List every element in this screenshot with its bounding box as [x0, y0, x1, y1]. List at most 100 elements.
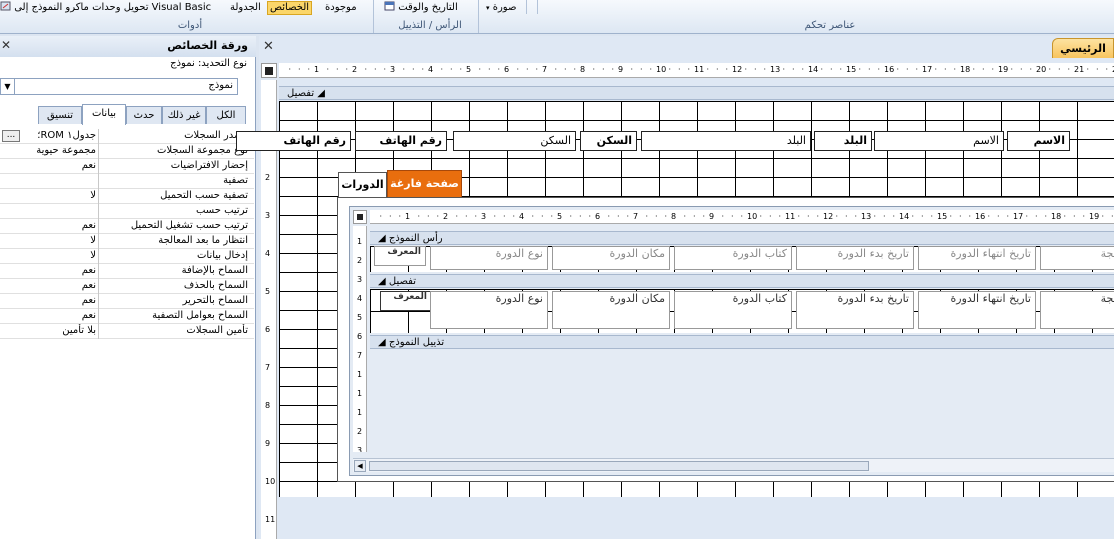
property-row[interactable]: السماح بالتحرير نعم [0, 294, 254, 309]
phone-field[interactable]: رقم الهاتف [236, 131, 351, 151]
course-place-field[interactable]: مكان الدورة [552, 291, 670, 329]
tab-order-button[interactable]: الجدولة [230, 1, 261, 15]
property-row[interactable]: ترتيب حسب [0, 204, 254, 219]
tab-page-blank[interactable]: صفحة فارغة [387, 170, 462, 198]
form-selector[interactable] [261, 63, 277, 78]
country-field[interactable]: البلد [641, 131, 811, 151]
name-label[interactable]: الاسم [1007, 131, 1070, 151]
course-book-header-label[interactable]: كتاب الدورة [674, 246, 792, 270]
course-start-field[interactable]: تاريخ بدء الدورة [796, 291, 914, 329]
property-value[interactable]: نعم [0, 294, 98, 309]
property-row[interactable]: السماح بالحذف نعم [0, 279, 254, 294]
residence-label[interactable]: السكن [580, 131, 637, 151]
property-row[interactable]: انتظار ما بعد المعالجة لا [0, 234, 254, 249]
tab-page-courses[interactable]: الدورات [338, 172, 387, 198]
detail-section-bar[interactable]: ◢ تفصيل [279, 86, 1114, 100]
course-end-field[interactable]: تاريخ انتهاء الدورة [918, 291, 1036, 329]
property-row[interactable]: تصفية [0, 174, 254, 189]
ruler-number: 7 [357, 351, 363, 360]
property-value[interactable]: نعم [0, 279, 98, 294]
subform-courses[interactable]: 1234567891011121314151617181920·········… [349, 206, 1114, 476]
tab-event[interactable]: حدث [126, 106, 162, 124]
chevron-down-icon[interactable]: ▼ [1, 79, 15, 94]
course-type-field[interactable]: نوع الدورة [430, 291, 548, 329]
convert-macros-button[interactable]: تحويل وحدات ماكرو النموذج إلى Visual Bas… [0, 1, 211, 15]
property-row[interactable]: السماح بالإضافة نعم [0, 264, 254, 279]
course-type-header-label[interactable]: نوع الدورة [430, 246, 548, 270]
picture-button[interactable]: ▾ صورة [486, 1, 516, 15]
ruler-tick: · [497, 65, 501, 74]
tab-data[interactable]: بيانات [82, 104, 126, 125]
property-value[interactable]: نعم [0, 159, 98, 174]
property-row[interactable]: إحضار الافتراضيات نعم [0, 159, 254, 174]
ruler-tick: · [769, 212, 772, 221]
subform-scrollbar[interactable]: ◀ ▶ [353, 458, 1114, 472]
close-icon[interactable]: ✕ [263, 39, 274, 54]
ruler-number: 2 [443, 212, 449, 221]
country-label[interactable]: البلد [814, 131, 872, 151]
ruler-tick: · [687, 65, 691, 74]
property-value[interactable]: لا [0, 234, 98, 249]
chevron-down-icon: ◢ [317, 88, 325, 99]
property-value[interactable]: بلا تأمين [0, 324, 98, 339]
property-row[interactable]: نوع مجموعة السجلات مجموعة حيوية [0, 144, 254, 159]
tab-other[interactable]: غير ذلك [162, 106, 206, 124]
property-row[interactable]: تصفية حسب التحميل لا [0, 189, 254, 204]
result-field[interactable]: النتيجة [1040, 291, 1114, 329]
property-name: تصفية حسب التحميل [98, 189, 254, 204]
scroll-left-icon[interactable]: ◀ [354, 460, 366, 472]
ruler-number: 5 [466, 65, 472, 74]
ruler-tick: · [915, 65, 919, 74]
properties-button[interactable]: الخصائص [267, 1, 313, 15]
ruler-tick: · [1105, 65, 1109, 74]
property-value[interactable] [0, 174, 98, 189]
property-row[interactable]: ترتيب حسب تشغيل التحميل نعم [0, 219, 254, 234]
ruler-number: 6 [265, 325, 271, 334]
subform-footer-bar[interactable]: ◢ تذييل النموذج [370, 335, 1114, 349]
ruler-tick: · [740, 212, 744, 221]
ruler-number: 7 [542, 65, 548, 74]
property-name: السماح بالإضافة [98, 264, 254, 279]
build-button[interactable]: ... [2, 130, 20, 142]
property-value[interactable]: نعم [0, 219, 98, 234]
ruler-tick: · [959, 212, 962, 221]
course-start-header-label[interactable]: تاريخ بدء الدورة [796, 246, 914, 270]
property-value[interactable]: لا [0, 189, 98, 204]
date-time-button[interactable]: التاريخ والوقت [384, 1, 458, 15]
subform-horizontal-ruler: 1234567891011121314151617181920·········… [370, 210, 1114, 224]
property-row[interactable]: مصدر السجلات جدول١ ROM؛ [0, 129, 254, 144]
course-end-header-label[interactable]: تاريخ انتهاء الدورة [918, 246, 1036, 270]
property-value[interactable] [0, 204, 98, 219]
ruler-tick: · [383, 65, 387, 74]
property-value[interactable]: نعم [0, 309, 98, 324]
property-value[interactable]: لا [0, 249, 98, 264]
ruler-number: 5 [557, 212, 563, 221]
close-icon[interactable]: ✕ [1, 38, 11, 52]
scrollbar-thumb[interactable] [369, 461, 869, 471]
id-field[interactable]: المعرف [380, 291, 432, 311]
existing-fields-button[interactable]: موجودة [325, 1, 357, 15]
residence-field[interactable]: السكن [453, 131, 576, 151]
property-value[interactable]: مجموعة حيوية [0, 144, 98, 159]
phone-label[interactable]: رقم الهاتف [355, 131, 447, 151]
ruler-number: 16 [975, 212, 986, 221]
ribbon-separator [478, 0, 479, 33]
course-book-field[interactable]: كتاب الدورة [674, 291, 792, 329]
name-field[interactable]: الاسم [874, 131, 1004, 151]
property-row[interactable]: إدخال بيانات لا [0, 249, 254, 264]
property-row[interactable]: تأمين السجلات بلا تأمين [0, 324, 254, 339]
object-selector[interactable]: ▼ نموذج [0, 78, 238, 95]
tab-format[interactable]: تنسيق [38, 106, 82, 124]
tab-all[interactable]: الكل [206, 106, 246, 124]
ruler-tick: · [626, 212, 630, 221]
result-header-label[interactable]: النتيجة [1040, 246, 1114, 270]
course-place-header-label[interactable]: مكان الدورة [552, 246, 670, 270]
ruler-number: 10 [747, 212, 758, 221]
tab-main-form[interactable]: الرئيسي [1052, 38, 1114, 58]
subform-header-bar[interactable]: ◢ رأس النموذج [370, 231, 1114, 245]
subform-selector[interactable] [353, 210, 367, 224]
id-header-label[interactable]: المعرف [374, 246, 426, 266]
property-row[interactable]: السماح بعوامل التصفية نعم [0, 309, 254, 324]
property-value[interactable]: نعم [0, 264, 98, 279]
subform-detail-bar[interactable]: ◢ تفصيل [370, 274, 1114, 288]
